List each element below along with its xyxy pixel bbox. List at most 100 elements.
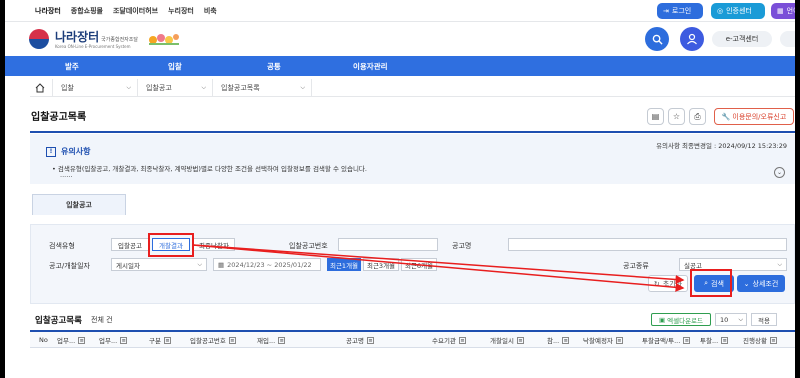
menu-icon: ≡: [366, 336, 374, 344]
language-button[interactable]: ▦ 언어: [771, 3, 795, 19]
column-header[interactable]: 수요기관 ≡: [432, 332, 466, 348]
logo-subtitle: Korea ON-Line E-Procurement System: [55, 44, 131, 49]
notice-number-input[interactable]: [338, 238, 438, 251]
notice-box: ! 유의사항 유의사항 최종변경일 : 2024/09/12 15:23:29 …: [30, 134, 795, 184]
info-icon: !: [46, 146, 56, 157]
chevron-down-icon: ⌵: [777, 261, 782, 268]
search-type-bid-notice[interactable]: 입찰공고: [111, 238, 149, 251]
column-header[interactable]: 낙찰예정자 ≡: [583, 332, 623, 348]
site-link-stockpile[interactable]: 비축: [204, 6, 217, 16]
period-6-months[interactable]: 최근6개월: [401, 258, 437, 271]
column-header[interactable]: 입찰공고번호 ≡: [190, 332, 236, 348]
wrench-icon: 🔧: [721, 112, 731, 121]
search-panel: 검색유형 입찰공고 개찰결과 최종낙찰자 입찰공고번호 공고명 공고/개찰일자 …: [30, 224, 795, 304]
login-button[interactable]: ⇥ 로그인: [657, 3, 703, 19]
date-range-input[interactable]: ▦ 2024/12/23 ~ 2025/01/22: [213, 258, 321, 271]
column-header[interactable]: 업무... ≡: [57, 332, 86, 348]
print-button[interactable]: ⎙: [689, 108, 706, 125]
flower-decoration-icon: [149, 34, 179, 45]
title-divider: [30, 131, 795, 133]
notice-name-label: 공고명: [452, 242, 472, 250]
column-header[interactable]: 재입... ≡: [257, 332, 286, 348]
nav-item-user-admin[interactable]: 이용자관리: [353, 61, 388, 72]
language-icon: ▦: [777, 7, 784, 15]
chevron-down-icon: ⌵: [126, 84, 131, 91]
nav-item-bid[interactable]: 입찰: [168, 61, 182, 72]
menu-icon: ≡: [721, 336, 729, 344]
period-1-month[interactable]: 최근1개월: [327, 258, 361, 271]
breadcrumb-level-3[interactable]: 입찰공고목록 ⌵: [212, 79, 312, 97]
menu-icon: ≡: [562, 336, 570, 344]
detail-conditions-button[interactable]: ⌄ 상세조건: [737, 275, 785, 292]
period-3-months[interactable]: 최근3개월: [363, 258, 399, 271]
highlight-box-opening-result: [148, 233, 194, 257]
column-header[interactable]: 투찰금액/투... ≡: [642, 332, 691, 348]
login-icon: ⇥: [663, 7, 669, 15]
extra-header-button[interactable]: [780, 31, 795, 47]
e-customer-center-button[interactable]: e-고객센터: [712, 31, 772, 47]
column-header[interactable]: 참... ≡: [547, 332, 570, 348]
page-title: 입찰공고목록: [31, 112, 87, 123]
excel-download-button[interactable]: ▣ 엑셀다운로드: [651, 313, 711, 326]
manual-button[interactable]: ▤: [647, 108, 664, 125]
site-link-narajangteo[interactable]: 나라장터: [35, 6, 61, 16]
site-link-data-hub[interactable]: 조달데이터허브: [113, 6, 158, 16]
menu-icon: ≡: [458, 336, 466, 344]
notice-text: • 검색유형(입찰공고, 개찰결과, 최종낙찰자, 계약방법)별로 다양한 조건…: [52, 165, 367, 173]
chevron-down-icon: ⌄: [743, 279, 750, 288]
date-type-select[interactable]: 게시일자 ⌵: [111, 258, 207, 271]
highlight-box-search: [690, 269, 732, 297]
user-menu-button[interactable]: [680, 27, 704, 51]
user-icon: [687, 33, 697, 45]
report-issue-button[interactable]: 🔧 이용문의/오류신고: [714, 108, 794, 125]
apply-page-size-button[interactable]: 적용: [751, 313, 777, 326]
home-icon: [35, 83, 45, 93]
excel-icon: ▣: [658, 315, 666, 324]
nav-item-common[interactable]: 공통: [267, 61, 281, 72]
expand-notice-button[interactable]: ⌄: [774, 167, 785, 178]
print-icon: ⎙: [694, 111, 701, 121]
search-button[interactable]: [645, 27, 669, 51]
site-header: 나라장터 국가종합전자조달 Korea ON-Line E-Procurement…: [5, 22, 795, 56]
column-header[interactable]: No: [39, 332, 48, 348]
column-header[interactable]: 업무... ≡: [99, 332, 128, 348]
menu-icon: ≡: [78, 336, 86, 344]
column-header[interactable]: 진행상황 ≡: [743, 332, 777, 348]
chevron-down-icon: ⌵: [197, 261, 202, 268]
cert-icon: ◎: [717, 7, 724, 15]
page-frame: 나라장터 종합쇼핑몰 조달데이터허브 누리장터 비축 ⇥ 로그인 ◎ 인증센터 …: [5, 0, 795, 378]
home-button[interactable]: [30, 79, 52, 97]
cert-center-button[interactable]: ◎ 인증센터: [711, 3, 765, 19]
page-tools: ▤ ☆ ⎙: [647, 108, 706, 125]
menu-icon: ≡: [769, 336, 777, 344]
site-link-nuri[interactable]: 누리장터: [168, 6, 194, 16]
column-header[interactable]: 구분 ≡: [149, 332, 171, 348]
list-count: 전체 건: [91, 316, 113, 324]
tab-bid-notice[interactable]: 입찰공고: [32, 194, 126, 215]
menu-icon: ≡: [228, 336, 236, 344]
favorite-button[interactable]: ☆: [668, 108, 685, 125]
search-type-label: 검색유형: [49, 242, 75, 250]
site-link-shopping-mall[interactable]: 종합쇼핑몰: [71, 6, 103, 16]
column-header[interactable]: 공고명 ≡: [346, 332, 374, 348]
menu-icon: ≡: [163, 336, 171, 344]
column-header[interactable]: 개찰일시 ≡: [490, 332, 524, 348]
search-type-final-winner[interactable]: 최종낙찰자: [193, 238, 235, 251]
logo-title[interactable]: 나라장터 국가종합전자조달: [55, 28, 138, 45]
breadcrumb-level-1[interactable]: 입찰 ⌵: [52, 79, 137, 97]
menu-icon: ≡: [278, 336, 286, 344]
menu-icon: ≡: [516, 336, 524, 344]
table-header: No 업무... ≡ 업무... ≡ 구분 ≡ 입찰공고번호 ≡ 재입... ≡ 공고명 ≡…: [30, 330, 795, 348]
nav-item-order[interactable]: 발주: [65, 61, 79, 72]
page-size-select[interactable]: 10 ⌵: [715, 313, 747, 326]
chevron-down-icon: ⌵: [201, 84, 206, 91]
reset-button[interactable]: ↻ 초기화: [648, 275, 688, 292]
taegeuk-logo-icon[interactable]: [29, 29, 49, 49]
notice-name-input[interactable]: [508, 238, 787, 251]
breadcrumb-level-2[interactable]: 입찰공고 ⌵: [137, 79, 212, 97]
search-icon: [652, 34, 663, 45]
calendar-icon: ▦: [218, 260, 225, 269]
menu-icon: ≡: [615, 336, 623, 344]
column-header[interactable]: 투찰... ≡: [700, 332, 729, 348]
list-title: 입찰공고목록: [35, 316, 82, 326]
